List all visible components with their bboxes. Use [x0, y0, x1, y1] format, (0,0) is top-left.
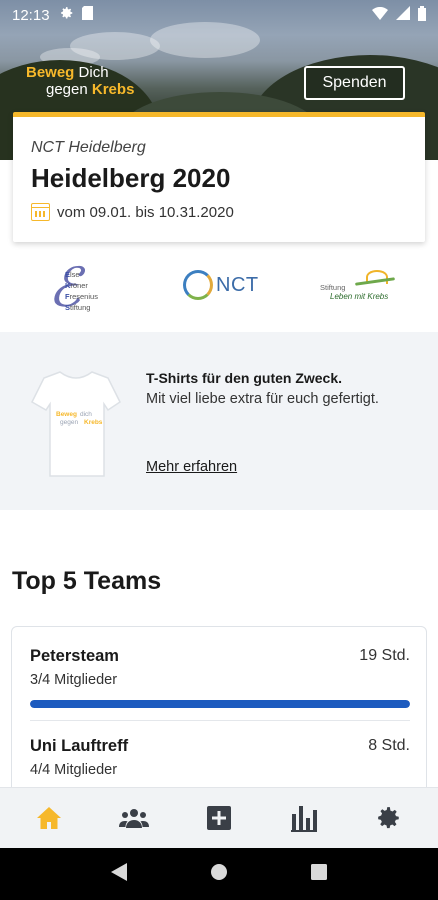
brand-word-krebs: Krebs [91, 81, 135, 98]
event-date: vom 09.01. bis 10.31.2020 [31, 203, 407, 221]
signal-icon [396, 6, 410, 24]
svg-text:gegen: gegen [60, 419, 78, 426]
brand-word-gegen: gegen [46, 81, 88, 98]
system-navigation-bar [0, 848, 438, 900]
team-name: Uni Lauftreff [30, 737, 129, 755]
brand-word-dich: Dich [78, 64, 109, 81]
gear-icon [60, 6, 74, 24]
status-time: 12:13 [12, 6, 50, 24]
brand-word-beweg: Beweg [26, 64, 75, 81]
sim-card-icon [81, 6, 93, 24]
sponsor-logo-stiftung[interactable]: Stiftung Leben mit Krebs [320, 268, 400, 308]
event-title: Heidelberg 2020 [31, 163, 231, 193]
calendar-icon [31, 203, 50, 221]
sponsor-logos: ℰ Else Kröner Fresenius Stiftung NCT Sti… [0, 250, 438, 324]
battery-icon [418, 5, 426, 25]
home-icon [36, 807, 61, 829]
nav-settings[interactable] [359, 793, 419, 843]
brand-logo: Beweg Dich gegen Krebs [26, 64, 134, 98]
bottom-navigation [0, 787, 438, 848]
stats-icon [291, 806, 318, 832]
recents-icon[interactable] [310, 863, 327, 885]
promo-title: T-Shirts für den guten Zweck. [146, 370, 343, 386]
nav-stats[interactable] [274, 793, 334, 843]
team-hours: 19 Std. [359, 647, 410, 664]
team-row[interactable]: Uni Lauftreff 4/4 Mitglieder 8 Std. [30, 737, 410, 778]
team-hours: 8 Std. [368, 737, 410, 754]
nav-teams[interactable] [104, 793, 164, 843]
divider [30, 720, 410, 721]
team-members: 4/4 Mitglieder [30, 762, 118, 778]
nav-home[interactable] [19, 793, 79, 843]
svg-text:Beweg: Beweg [56, 411, 77, 418]
tshirt-promo: Beweg dich gegen Krebs T-Shirts für den … [0, 332, 438, 510]
svg-text:Krebs: Krebs [84, 419, 103, 426]
wifi-icon [372, 6, 388, 24]
nct-ring-icon [183, 270, 213, 300]
tshirt-image: Beweg dich gegen Krebs [30, 368, 122, 480]
svg-text:dich: dich [80, 411, 92, 418]
sponsor-logo-else-kroener[interactable]: ℰ Else Kröner Fresenius Stiftung [48, 258, 128, 318]
donate-button[interactable]: Spenden [304, 66, 405, 100]
team-name: Petersteam [30, 647, 119, 665]
learn-more-link[interactable]: Mehr erfahren [146, 459, 237, 475]
home-button-icon[interactable] [210, 863, 228, 886]
settings-icon [378, 807, 400, 829]
status-bar: 12:13 [0, 0, 438, 30]
teams-heading: Top 5 Teams [12, 567, 162, 595]
team-row[interactable]: Petersteam 3/4 Mitglieder 19 Std. [30, 647, 410, 688]
event-date-text: vom 09.01. bis 10.31.2020 [57, 203, 234, 221]
team-members: 3/4 Mitglieder [30, 672, 118, 688]
team-icon [118, 809, 149, 828]
team-progress-bar [30, 700, 410, 708]
team-progress-fill [30, 700, 410, 708]
sponsor-logo-nct[interactable]: NCT [183, 270, 259, 300]
event-organization: NCT Heidelberg [31, 139, 146, 156]
promo-text: Mit viel liebe extra für euch gefertigt. [146, 391, 379, 407]
add-icon [206, 806, 231, 830]
event-card[interactable]: NCT Heidelberg Heidelberg 2020 vom 09.01… [13, 112, 425, 242]
back-icon[interactable] [111, 862, 128, 886]
nav-add[interactable] [189, 793, 249, 843]
